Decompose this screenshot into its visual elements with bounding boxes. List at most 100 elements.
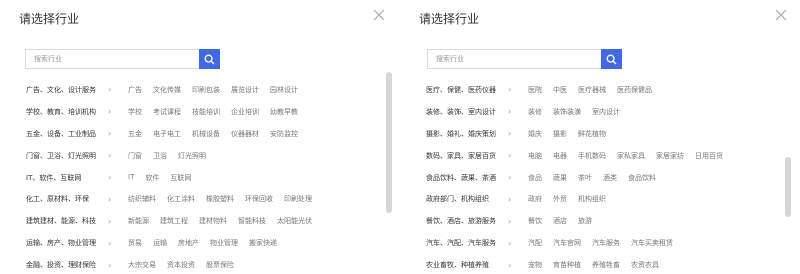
industry-subcategory-link[interactable]: 橡胶塑料 xyxy=(206,194,234,204)
scrollbar[interactable] xyxy=(386,72,392,274)
industry-subcategory-link[interactable]: 房地产 xyxy=(178,238,199,248)
industry-subcategory-link[interactable]: 室内设计 xyxy=(592,107,620,117)
industry-subcategory-link[interactable]: 酒店 xyxy=(553,216,567,226)
industry-subcategory-link[interactable]: 餐饮 xyxy=(528,216,542,226)
industry-subcategory-link[interactable]: 智能科技 xyxy=(238,216,266,226)
industry-subcategory-link[interactable]: 技能培训 xyxy=(192,107,220,117)
industry-subcategory-link[interactable]: 养殖牲畜 xyxy=(592,260,620,270)
industry-row[interactable]: 五金、设备、工业制品 › 五金 电子电工 机械设备 仪器器材 安防监控 xyxy=(26,123,386,145)
industry-subcategory-link[interactable]: 酒类 xyxy=(603,173,617,183)
industry-subcategory-link[interactable]: 贸易 xyxy=(128,238,142,248)
industry-row[interactable]: 医疗、保健、医药仪器 › 医院 中医 医疗器械 医药保健品 xyxy=(426,79,786,101)
industry-subcategory-link[interactable]: 汽车买卖租赁 xyxy=(631,238,673,248)
close-icon[interactable] xyxy=(372,8,386,22)
industry-row[interactable]: IT、软件、互联网 › IT 软件 互联网 xyxy=(26,167,386,189)
industry-subcategory-link[interactable]: 食品 xyxy=(528,173,542,183)
industry-subcategory-link[interactable]: 中医 xyxy=(553,85,567,95)
industry-subcategory-link[interactable]: 医疗器械 xyxy=(578,85,606,95)
industry-subcategory-link[interactable]: 物业管理 xyxy=(210,238,238,248)
industry-subcategory-link[interactable]: 印刷包装 xyxy=(192,85,220,95)
industry-category[interactable]: 餐饮、酒店、旅游服务 xyxy=(426,216,508,226)
industry-row[interactable]: 装修、装饰、室内设计 › 装修 装饰装潢 室内设计 xyxy=(426,101,786,123)
industry-subcategory-link[interactable]: 企业培训 xyxy=(231,107,259,117)
industry-subcategory-link[interactable]: 家私家具 xyxy=(617,151,645,161)
industry-category[interactable]: 摄影、婚礼、婚庆策划 xyxy=(426,129,508,139)
industry-subcategory-link[interactable]: 卫浴 xyxy=(153,151,167,161)
industry-subcategory-link[interactable]: 化工涂料 xyxy=(167,194,195,204)
industry-subcategory-link[interactable]: 文化传媒 xyxy=(153,85,181,95)
industry-category[interactable]: 装修、装饰、室内设计 xyxy=(426,107,508,117)
industry-category[interactable]: 建筑建材、能源、科技 xyxy=(26,216,108,226)
industry-subcategory-link[interactable]: 机械设备 xyxy=(192,129,220,139)
industry-category[interactable]: 农业畜牧、种植养殖 xyxy=(426,260,508,270)
industry-subcategory-link[interactable]: 广告 xyxy=(128,85,142,95)
industry-subcategory-link[interactable]: 股票保险 xyxy=(206,260,234,270)
industry-subcategory-link[interactable]: 搬家快递 xyxy=(249,238,277,248)
industry-row[interactable]: 数码、家具、家居百货 › 电脑 电器 手机数码 家私家具 家居家纺 日用百货 xyxy=(426,145,786,167)
industry-subcategory-link[interactable]: 医药保健品 xyxy=(617,85,652,95)
industry-subcategory-link[interactable]: 蔬果 xyxy=(553,173,567,183)
industry-subcategory-link[interactable]: 印刷处理 xyxy=(284,194,312,204)
industry-subcategory-link[interactable]: 茶叶 xyxy=(578,173,592,183)
industry-subcategory-link[interactable]: 学校 xyxy=(128,107,142,117)
industry-category[interactable]: 金融、投资、理财保险 xyxy=(26,260,108,270)
industry-category[interactable]: 门窗、卫浴、灯光照明 xyxy=(26,151,108,161)
industry-subcategory-link[interactable]: 手机数码 xyxy=(578,151,606,161)
industry-subcategory-link[interactable]: 医院 xyxy=(528,85,542,95)
industry-subcategory-link[interactable]: 太阳能光伏 xyxy=(277,216,312,226)
industry-row[interactable]: 汽车、汽配、汽车服务 › 汽配 汽车官网 汽车服务 汽车买卖租赁 xyxy=(426,232,786,254)
industry-subcategory-link[interactable]: 旅游 xyxy=(578,216,592,226)
industry-row[interactable]: 政府部门、机构组织 › 政府 外贸 机构组织 xyxy=(426,188,786,210)
industry-row[interactable]: 化工、原材料、环保 › 纺织辅料 化工涂料 橡胶塑料 环保回收 印刷处理 xyxy=(26,188,386,210)
search-input[interactable] xyxy=(25,49,199,69)
industry-category[interactable]: 食品饮料、蔬果、茶酒 xyxy=(426,173,508,183)
industry-subcategory-link[interactable]: 门窗 xyxy=(128,151,142,161)
industry-subcategory-link[interactable]: 汽配 xyxy=(528,238,542,248)
industry-category[interactable]: 广告、文化、设计服务 xyxy=(26,85,108,95)
industry-subcategory-link[interactable]: 摄影 xyxy=(553,129,567,139)
industry-category[interactable]: 医疗、保健、医药仪器 xyxy=(426,85,508,95)
industry-subcategory-link[interactable]: 汽车服务 xyxy=(592,238,620,248)
industry-row[interactable]: 农业畜牧、种植养殖 › 宠物 育苗种植 养殖牲畜 农资农具 xyxy=(426,254,786,274)
industry-category[interactable]: 运输、房产、物业管理 xyxy=(26,238,108,248)
industry-subcategory-link[interactable]: 汽车官网 xyxy=(553,238,581,248)
industry-row[interactable]: 门窗、卫浴、灯光照明 › 门窗 卫浴 灯光照明 xyxy=(26,145,386,167)
industry-subcategory-link[interactable]: 互联网 xyxy=(170,173,191,183)
industry-category[interactable]: 汽车、汽配、汽车服务 xyxy=(426,238,508,248)
industry-row[interactable]: 摄影、婚礼、婚庆策划 › 婚庆 摄影 鲜花植物 xyxy=(426,123,786,145)
industry-category[interactable]: 政府部门、机构组织 xyxy=(426,194,508,204)
industry-subcategory-link[interactable]: 资本投资 xyxy=(167,260,195,270)
industry-category[interactable]: 化工、原材料、环保 xyxy=(26,194,108,204)
industry-subcategory-link[interactable]: 电脑 xyxy=(528,151,542,161)
industry-subcategory-link[interactable]: 装修 xyxy=(528,107,542,117)
industry-subcategory-link[interactable]: 外贸 xyxy=(553,194,567,204)
scrollbar-thumb[interactable] xyxy=(386,72,392,214)
industry-subcategory-link[interactable]: 运输 xyxy=(153,238,167,248)
industry-subcategory-link[interactable]: 电器 xyxy=(553,151,567,161)
industry-subcategory-link[interactable]: 建材物料 xyxy=(199,216,227,226)
industry-subcategory-link[interactable]: 安防监控 xyxy=(270,129,298,139)
industry-row[interactable]: 金融、投资、理财保险 › 大宗交易 资本投资 股票保险 xyxy=(26,254,386,274)
search-input[interactable] xyxy=(427,49,601,69)
industry-row[interactable]: 食品饮料、蔬果、茶酒 › 食品 蔬果 茶叶 酒类 食品饮料 xyxy=(426,167,786,189)
industry-subcategory-link[interactable]: 大宗交易 xyxy=(128,260,156,270)
industry-subcategory-link[interactable]: 新能源 xyxy=(128,216,149,226)
industry-subcategory-link[interactable]: 鲜花植物 xyxy=(578,129,606,139)
scrollbar-thumb[interactable] xyxy=(785,156,791,218)
industry-subcategory-link[interactable]: 宠物 xyxy=(528,260,542,270)
industry-subcategory-link[interactable]: 灯光照明 xyxy=(178,151,206,161)
industry-subcategory-link[interactable]: 园林设计 xyxy=(270,85,298,95)
industry-subcategory-link[interactable]: 展览设计 xyxy=(231,85,259,95)
industry-subcategory-link[interactable]: 电子电工 xyxy=(153,129,181,139)
industry-subcategory-link[interactable]: 环保回收 xyxy=(245,194,273,204)
close-icon[interactable] xyxy=(774,8,788,22)
industry-subcategory-link[interactable]: 五金 xyxy=(128,129,142,139)
industry-subcategory-link[interactable]: 装饰装潢 xyxy=(553,107,581,117)
industry-row[interactable]: 学校、教育、培训机构 › 学校 考试课程 技能培训 企业培训 幼教早教 xyxy=(26,101,386,123)
scrollbar[interactable] xyxy=(785,72,791,274)
industry-row[interactable]: 建筑建材、能源、科技 › 新能源 建筑工程 建材物料 智能科技 太阳能光伏 xyxy=(26,210,386,232)
industry-subcategory-link[interactable]: 食品饮料 xyxy=(628,173,656,183)
search-button[interactable] xyxy=(199,49,220,69)
industry-subcategory-link[interactable]: 日用百货 xyxy=(695,151,723,161)
search-button[interactable] xyxy=(601,49,622,69)
